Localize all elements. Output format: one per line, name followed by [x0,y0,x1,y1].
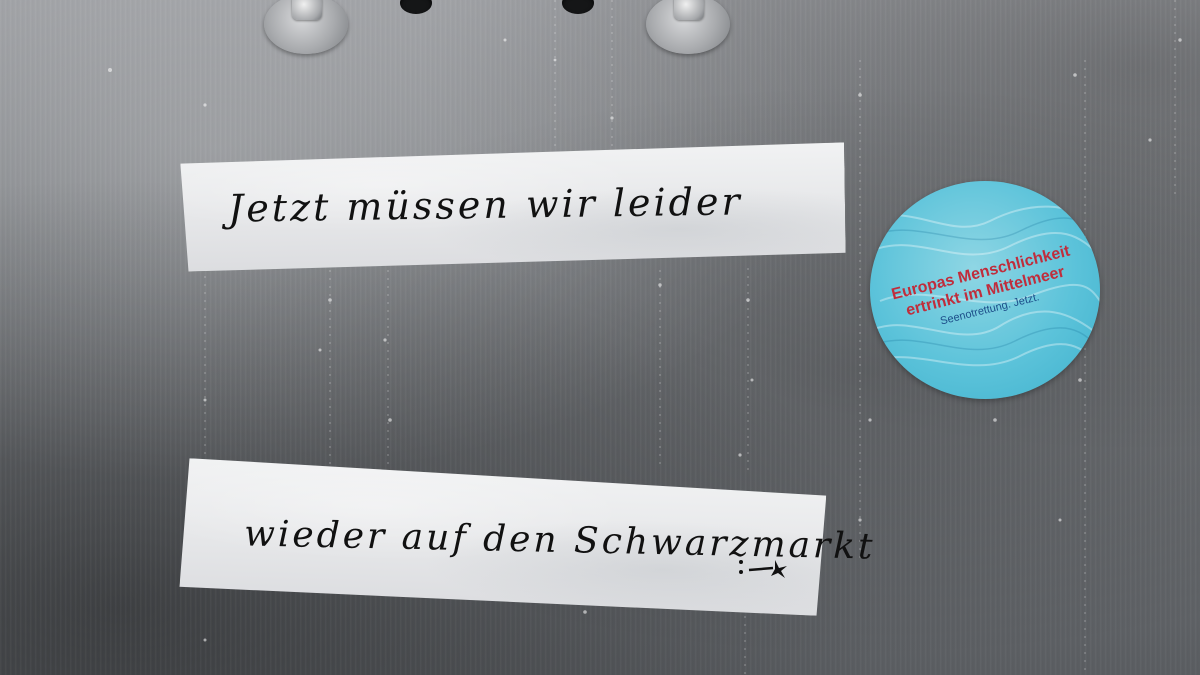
mounting-bolt-left [264,0,348,54]
mounting-bolt-right [646,0,730,54]
smiley-doodle [739,560,787,578]
panel-hole-right [562,0,594,14]
panel-hole-left [400,0,432,14]
sea-rescue-sticker: Europas Menschlichkeit ertrinkt im Mitte… [870,181,1100,399]
handwritten-note-line-1: Jetzt müssen wir leider [227,179,743,231]
metal-panel-photo: Jetzt müssen wir leider wieder auf den S… [0,0,1200,675]
